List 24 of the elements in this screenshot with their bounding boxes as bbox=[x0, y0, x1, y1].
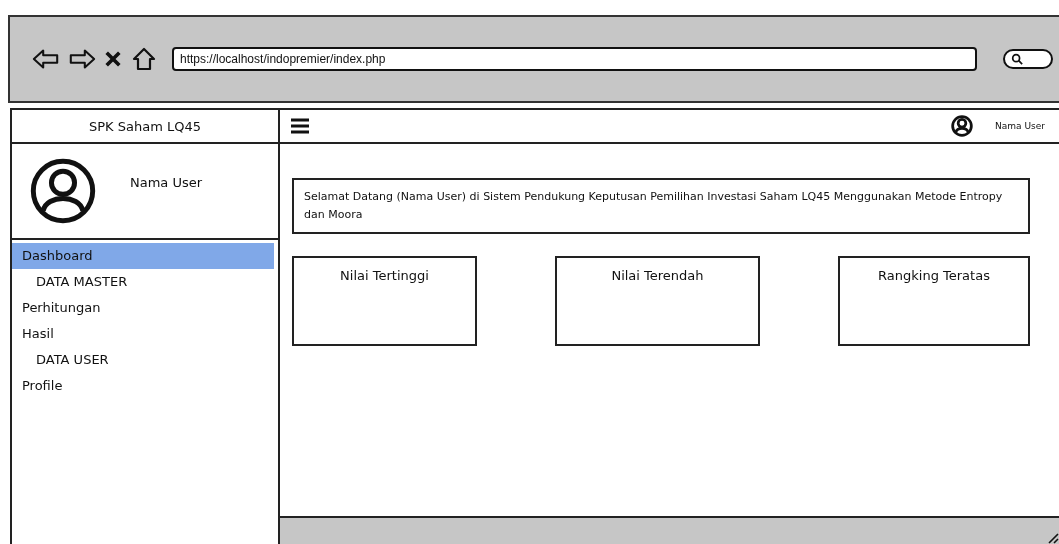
url-field[interactable]: https://localhost/indopremier/index.php bbox=[172, 47, 977, 71]
menu-item[interactable]: Dashboard bbox=[12, 243, 274, 269]
card-title: Nilai Terendah bbox=[611, 268, 704, 285]
user-name: Nama User bbox=[130, 174, 203, 190]
search-field[interactable] bbox=[1003, 49, 1053, 69]
card-title: Nilai Tertinggi bbox=[340, 268, 429, 285]
search-icon bbox=[1011, 53, 1023, 65]
menu-item[interactable]: Profile bbox=[12, 373, 274, 399]
back-icon[interactable] bbox=[32, 47, 60, 71]
avatar-icon[interactable] bbox=[951, 115, 974, 137]
user-name[interactable]: Nama User bbox=[995, 121, 1045, 131]
card-title: Rangking Teratas bbox=[878, 268, 990, 285]
menu-icon[interactable] bbox=[290, 117, 310, 135]
menu-item[interactable]: DATA USER bbox=[12, 347, 274, 373]
close-icon[interactable] bbox=[104, 50, 122, 68]
menu-item[interactable]: Perhitungan bbox=[12, 295, 274, 321]
avatar-icon bbox=[30, 158, 96, 224]
welcome-message: Selamat Datang (Nama User) di Sistem Pendukung Keputusan Pemilihan Investasi Saham LQ45 Menggunakan Metode Entropy dan Moora bbox=[292, 178, 1030, 234]
resize-grip-icon[interactable] bbox=[1047, 532, 1059, 544]
menu-item[interactable]: Hasil bbox=[12, 321, 274, 347]
menu-item[interactable]: DATA MASTER bbox=[12, 269, 274, 295]
app-title: SPK Saham LQ45 bbox=[12, 108, 280, 144]
forward-icon[interactable] bbox=[68, 47, 96, 71]
home-icon[interactable] bbox=[130, 47, 158, 71]
